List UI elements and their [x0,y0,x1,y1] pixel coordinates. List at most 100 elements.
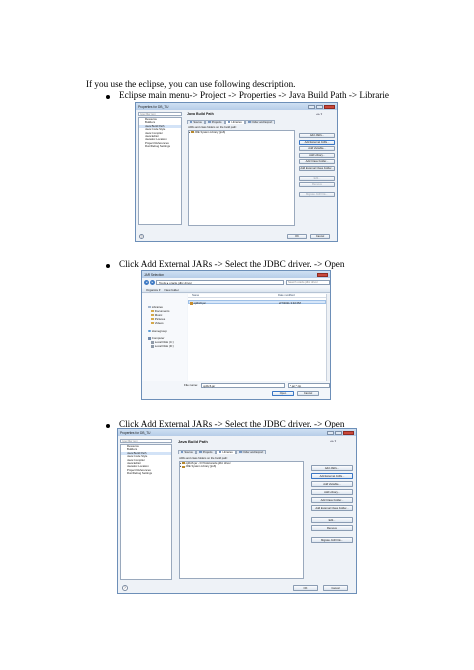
add-variable-button[interactable]: Add Variable... [299,146,335,151]
tab-bar: Source Projects Libraries Order and Expo… [178,450,267,455]
add-external-class-folder-button[interactable]: Add External Class Folder... [299,165,335,171]
window-title: JAR Selection [144,272,165,277]
library-icon [148,306,151,309]
search-input[interactable]: Search oracle jdbc driver [286,279,330,285]
help-icon[interactable]: ? [139,234,144,239]
scrollbar[interactable] [326,294,330,381]
tree-item[interactable]: Run/Debug Settings [139,144,181,148]
category-tree[interactable]: Resource Builders Java Build Path Java C… [138,117,182,225]
documents-icon [151,309,154,313]
tab-libraries[interactable]: Libraries [225,120,245,125]
edit-button[interactable]: Edit... [299,175,335,181]
file-list[interactable]: Name Date modified ojdbc6.jar 2/7/2011 3… [188,294,326,381]
add-class-folder-button[interactable]: Add Class Folder... [311,497,353,503]
file-row[interactable]: ojdbc6.jar 2/7/2011 3:32 PM [188,300,326,306]
tab-order-export[interactable]: Order and Export [245,120,276,125]
order-icon [248,121,251,124]
pictures-icon [151,317,154,321]
nav-local-disk-d[interactable]: Local Disk (D:) [142,344,187,349]
nav-videos[interactable]: Videos [142,321,187,326]
jar-selection-dialog: JAR Selection ◂ ▸ Tools ▸ oracle jdbc dr… [141,270,331,400]
file-date: 2/7/2011 3:32 PM [279,301,301,306]
close-button[interactable] [317,272,328,277]
nav-homegroup[interactable]: Homegroup [142,329,187,334]
help-icon[interactable]: ? [122,585,128,591]
build-path-list[interactable]: ▸ ojdbc6.jar - D:\Tools\oracle jdbc driv… [179,461,304,579]
remove-button[interactable]: Remove [299,182,335,187]
migrate-jar-button[interactable]: Migrate JAR File... [311,537,353,543]
file-type-select[interactable]: *.jar;*.zip [288,383,330,388]
library-icon [182,465,185,468]
music-icon [151,313,154,317]
open-button[interactable]: Open [272,391,294,396]
build-path-caption: JARs and class folders on the build path… [179,457,228,460]
minimize-button[interactable] [327,430,334,435]
videos-icon [151,321,154,325]
list-item[interactable]: ▸ JRE System Library [jre6] [180,465,303,468]
homegroup-icon [148,329,151,332]
name-column[interactable]: Name [188,294,278,297]
step-2-text: Click Add External JARs -> Select the JD… [119,259,345,269]
tab-projects[interactable]: Projects [205,120,225,125]
tab-order-export[interactable]: Order and Export [236,450,267,455]
tab-source[interactable]: Source [187,120,205,125]
file-name-row: File name: ojdbc6.jar *.jar;*.zip [184,383,330,388]
cancel-button[interactable]: Cancel [323,585,348,591]
add-variable-button[interactable]: Add Variable... [311,481,353,487]
close-button[interactable] [324,104,335,109]
edit-button[interactable]: Edit... [311,517,353,523]
title-bar: Properties for DB_TU [118,429,356,436]
category-tree[interactable]: Resource Builders Java Build Path Java C… [120,444,172,580]
page-title: Java Build Path [178,439,208,444]
order-icon [239,451,242,454]
properties-dialog: Properties for DB_TU type filter text Re… [135,102,338,242]
disk-icon [151,345,154,348]
window-title: Properties for DB_TU [120,430,151,435]
add-class-folder-button[interactable]: Add Class Folder... [299,159,335,164]
nav-arrows-icon[interactable]: ◂ ▸ ▾ [330,439,336,443]
migrate-jar-button[interactable]: Migrate JAR File... [299,192,335,197]
new-folder-button[interactable]: New folder [165,288,179,292]
step-1-text: Eclipse main menu-> Project -> Propertie… [119,90,389,100]
cancel-button[interactable]: Cancel [310,234,330,239]
path-input[interactable]: Tools ▸ oracle jdbc driver [156,279,284,285]
build-path-buttons: Add JARs... Add External JARs... Add Var… [311,465,353,543]
back-icon[interactable]: ◂ [144,279,149,285]
nav-arrows-icon[interactable]: ◂ ▸ ▾ [316,112,322,116]
navigation-pane: Libraries Documents Music Pictures Video… [142,294,187,381]
intro-text: If you use the eclipse, you can use foll… [86,79,296,89]
maximize-button[interactable] [316,104,323,109]
page-title: Java Build Path [187,112,214,116]
add-library-button[interactable]: Add Library... [311,489,353,495]
projects-icon [199,451,202,454]
file-name-input[interactable]: ojdbc6.jar [201,383,286,388]
filter-input[interactable]: type filter text [120,439,172,443]
ok-button[interactable]: OK [287,234,307,239]
forward-icon[interactable]: ▸ [150,279,155,285]
organize-button[interactable]: Organize ▾ [146,288,161,292]
add-jars-button[interactable]: Add JARs... [311,465,353,471]
file-name-label: File name: [184,383,199,388]
jar-icon [182,462,185,465]
remove-button[interactable]: Remove [311,525,353,531]
minimize-button[interactable] [308,104,315,109]
tree-item[interactable]: Run/Debug Settings [121,471,171,475]
close-button[interactable] [343,430,354,435]
add-external-jars-button[interactable]: Add External JARs... [311,473,353,479]
cancel-button[interactable]: Cancel [297,391,319,396]
ok-button[interactable]: OK [293,585,318,591]
filter-input[interactable]: type filter text [138,112,182,116]
tab-libraries[interactable]: Libraries [216,450,236,455]
maximize-button[interactable] [335,430,342,435]
tab-source[interactable]: Source [178,450,196,455]
add-jars-button[interactable]: Add JARs... [299,133,335,138]
list-item[interactable]: ▸ JRE System Library [jre6] [189,131,294,134]
title-bar: JAR Selection [142,271,330,278]
add-external-jars-button[interactable]: Add External JARs... [299,139,335,145]
build-path-list[interactable]: ▸ JRE System Library [jre6] [188,130,295,226]
add-external-class-folder-button[interactable]: Add External Class Folder... [311,505,353,511]
date-column[interactable]: Date modified [278,294,295,297]
tab-projects[interactable]: Projects [196,450,216,455]
jar-file-icon [190,301,193,305]
add-library-button[interactable]: Add Library... [299,152,335,158]
